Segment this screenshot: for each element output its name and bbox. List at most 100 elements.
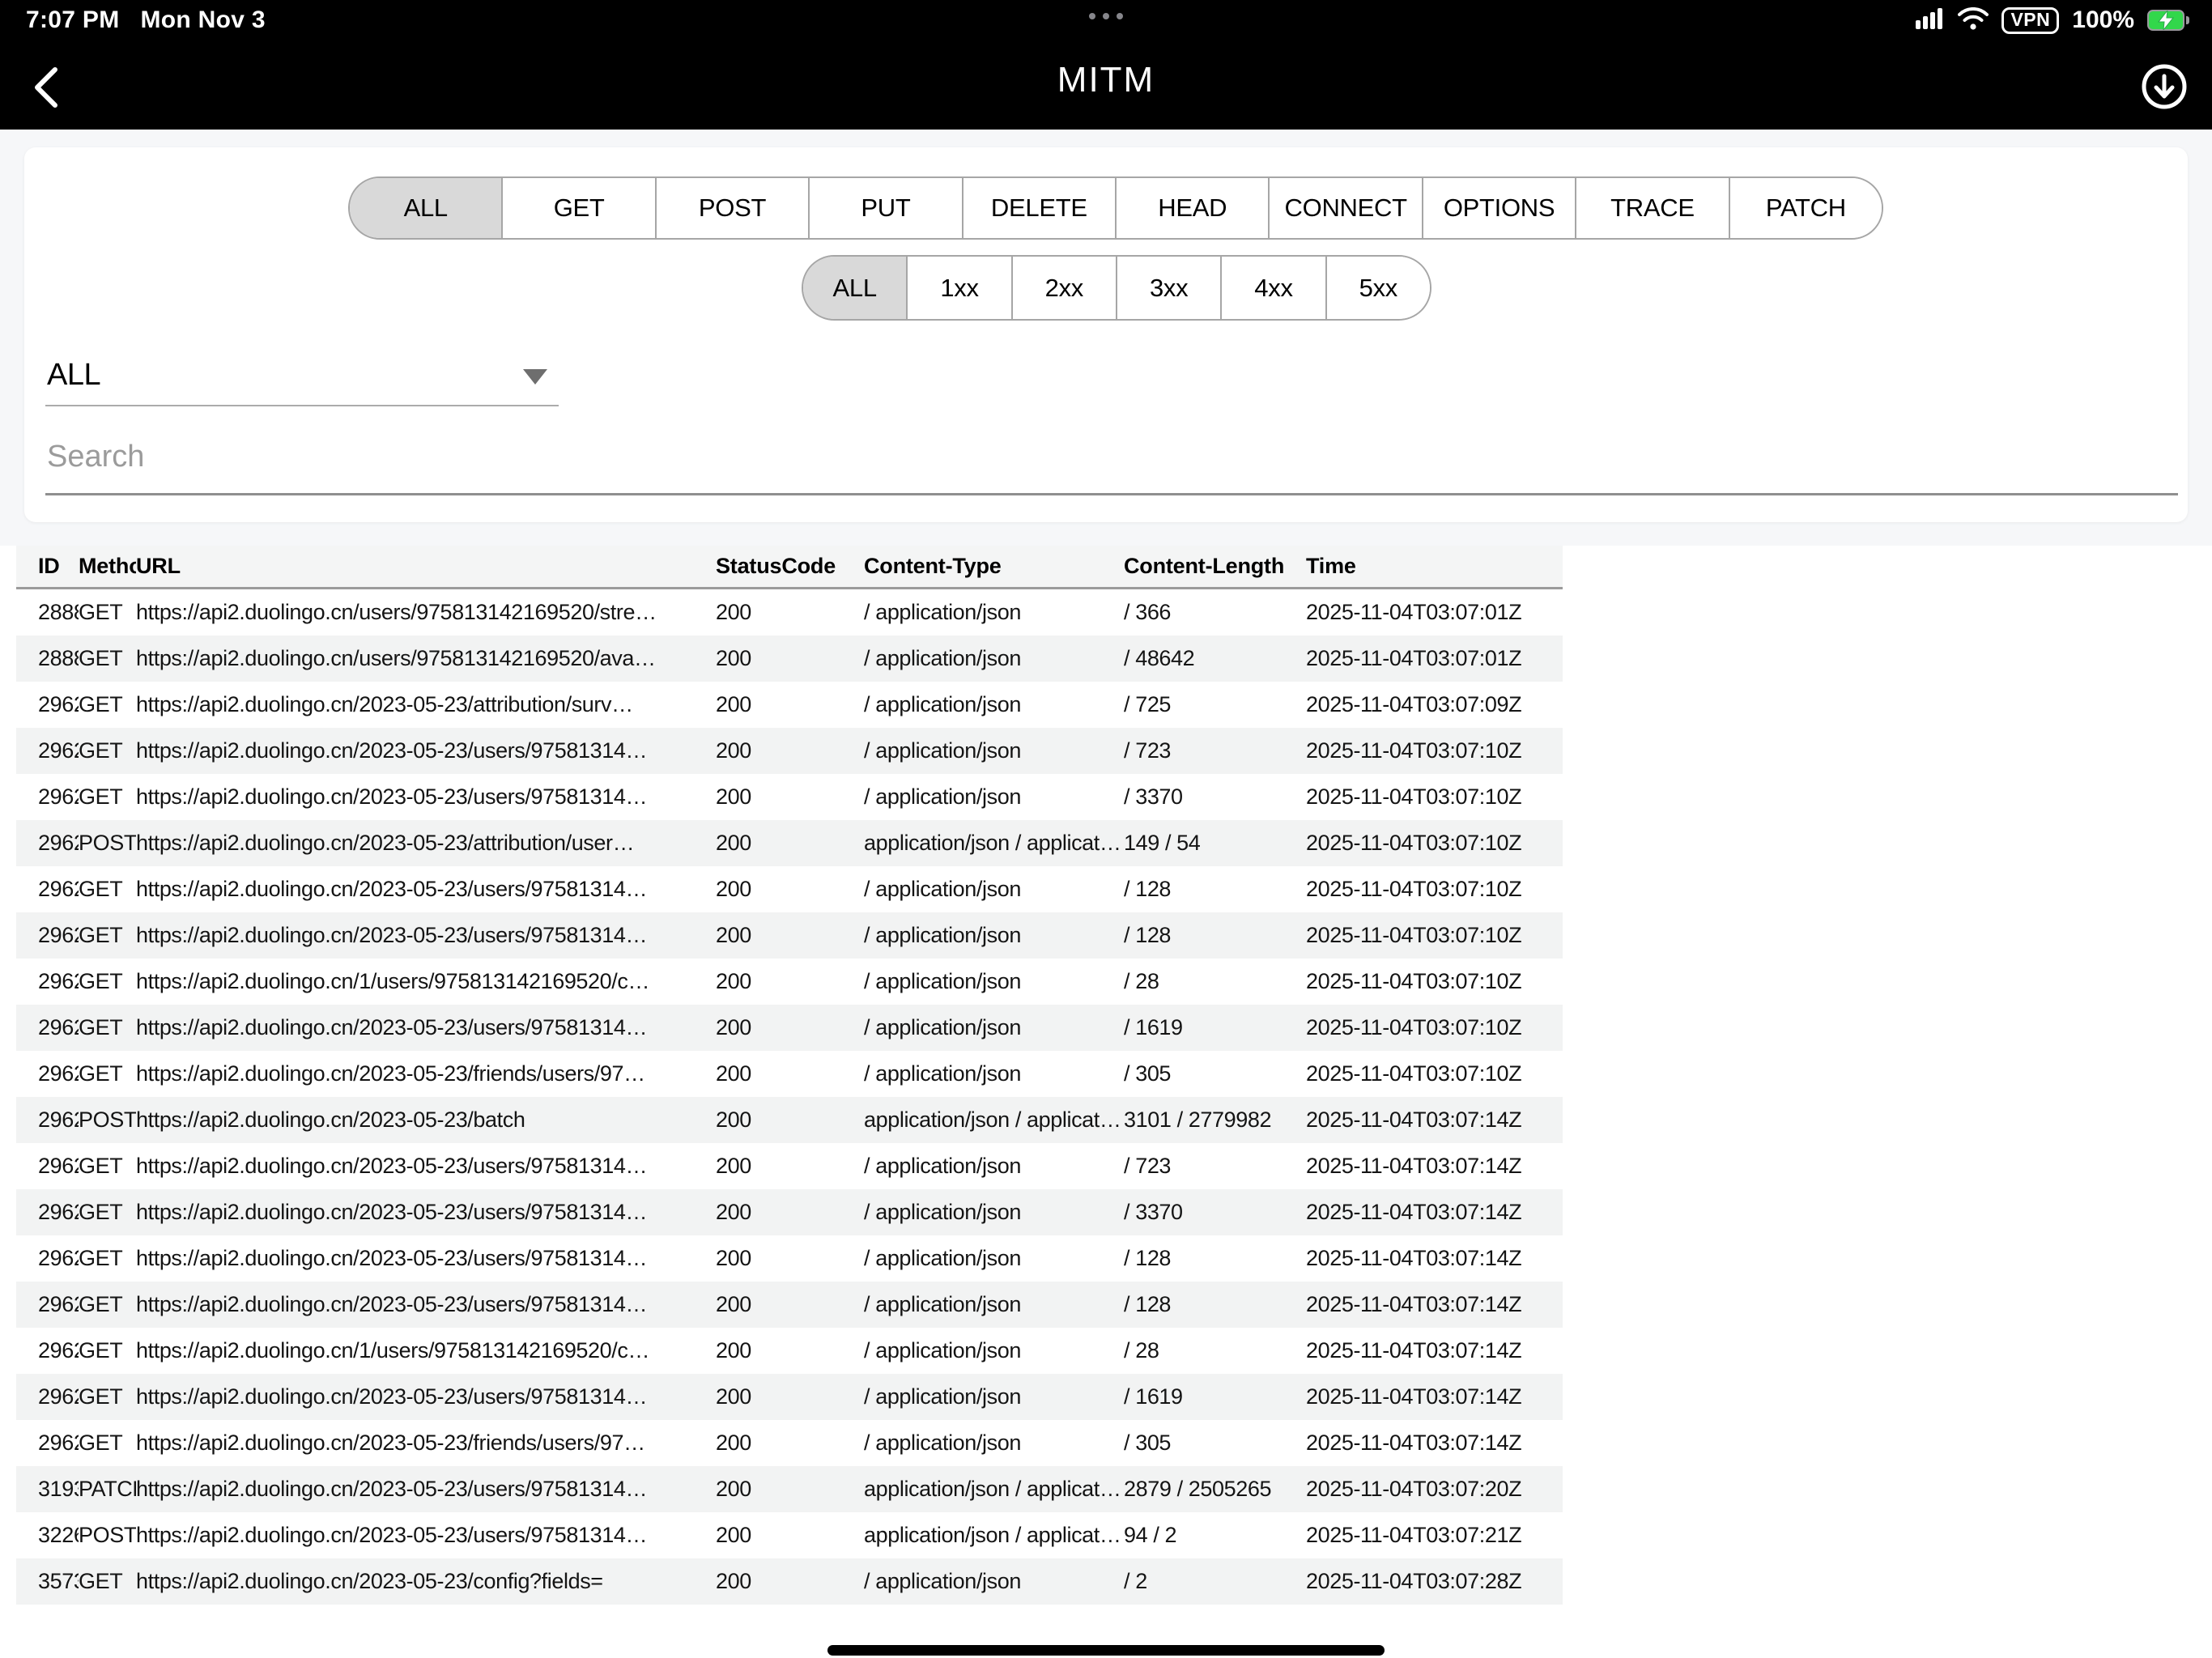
cell-status-code: 200 [716,1292,864,1317]
cell-url: https://api2.duolingo.cn/2023-05-23/frie… [136,1061,716,1086]
search-input[interactable] [45,429,2178,493]
cell-url: https://api2.duolingo.cn/2023-05-23/user… [136,1015,716,1040]
cell-url: https://api2.duolingo.cn/1/users/9758131… [136,1338,716,1363]
cell-time: 2025-11-04T03:07:14Z [1306,1154,1563,1179]
method-filter-connect[interactable]: CONNECT [1268,178,1421,238]
cell-content-type: / application/json [864,1061,1124,1086]
cell-status-code: 200 [716,646,864,671]
method-filter-head[interactable]: HEAD [1115,178,1268,238]
status-filter-3xx[interactable]: 3xx [1116,257,1220,319]
cell-url: https://api2.duolingo.cn/2023-05-23/user… [136,877,716,902]
home-indicator[interactable] [827,1645,1385,1656]
table-row[interactable]: 2962GEThttps://api2.duolingo.cn/2023-05-… [16,1005,1563,1051]
column-header-time: Time [1306,554,1563,579]
table-row[interactable]: 2962GEThttps://api2.duolingo.cn/2023-05-… [16,866,1563,912]
table-row[interactable]: 2962GEThttps://api2.duolingo.cn/2023-05-… [16,682,1563,728]
status-filter-2xx[interactable]: 2xx [1011,257,1116,319]
method-filter-get[interactable]: GET [501,178,654,238]
cell-url: https://api2.duolingo.cn/2023-05-23/user… [136,738,716,763]
table-row[interactable]: 2962GEThttps://api2.duolingo.cn/2023-05-… [16,1420,1563,1466]
table-row[interactable]: 3193PATCHhttps://api2.duolingo.cn/2023-0… [16,1466,1563,1512]
cell-method: GET [79,1061,136,1086]
cell-method: GET [79,1384,136,1409]
table-row[interactable]: 2962GEThttps://api2.duolingo.cn/1/users/… [16,1328,1563,1374]
method-filter-trace[interactable]: TRACE [1575,178,1728,238]
cell-id: 2962 [38,784,79,810]
cell-time: 2025-11-04T03:07:14Z [1306,1338,1563,1363]
battery-percent: 100% [2072,6,2134,34]
table-row[interactable]: 2962GEThttps://api2.duolingo.cn/2023-05-… [16,728,1563,774]
cell-url: https://api2.duolingo.cn/2023-05-23/user… [136,784,716,810]
cell-content-type: / application/json [864,1154,1124,1179]
table-row[interactable]: 2962GEThttps://api2.duolingo.cn/2023-05-… [16,1374,1563,1420]
cell-time: 2025-11-04T03:07:10Z [1306,969,1563,994]
requests-table: IDMethodURLStatusCodeContent-TypeContent… [16,546,1563,1605]
cell-url: https://api2.duolingo.cn/2023-05-23/attr… [136,831,716,856]
cell-method: GET [79,692,136,717]
cell-content-type: application/json / applicat… [864,1477,1124,1502]
status-filter-5xx[interactable]: 5xx [1325,257,1430,319]
content-area: IDMethodURLStatusCodeContent-TypeContent… [0,546,2212,1658]
cell-content-length: / 725 [1124,692,1306,717]
table-row[interactable]: 2962POSThttps://api2.duolingo.cn/2023-05… [16,1097,1563,1143]
cell-content-type: / application/json [864,1384,1124,1409]
column-header-method: Method [79,554,136,579]
table-row[interactable]: 3573GEThttps://api2.duolingo.cn/2023-05-… [16,1558,1563,1605]
status-filter-4xx[interactable]: 4xx [1220,257,1325,319]
cell-id: 2962 [38,1338,79,1363]
cell-time: 2025-11-04T03:07:09Z [1306,692,1563,717]
table-row[interactable]: 2888GEThttps://api2.duolingo.cn/users/97… [16,589,1563,636]
domain-filter-dropdown[interactable]: ALL [45,350,559,406]
cell-id: 2962 [38,1015,79,1040]
cell-time: 2025-11-04T03:07:14Z [1306,1292,1563,1317]
cell-url: https://api2.duolingo.cn/2023-05-23/user… [136,1292,716,1317]
status-filter-all[interactable]: ALL [803,257,906,319]
cell-method: GET [79,1569,136,1594]
cell-status-code: 200 [716,1107,864,1133]
cell-content-length: / 48642 [1124,646,1306,671]
cell-content-length: 94 / 2 [1124,1523,1306,1548]
table-row[interactable]: 2962GEThttps://api2.duolingo.cn/2023-05-… [16,1051,1563,1097]
table-row[interactable]: 2962GEThttps://api2.duolingo.cn/2023-05-… [16,1189,1563,1235]
cell-id: 2962 [38,923,79,948]
cell-content-type: application/json / applicat… [864,831,1124,856]
table-row[interactable]: 2962GEThttps://api2.duolingo.cn/2023-05-… [16,912,1563,959]
table-row[interactable]: 3226POSThttps://api2.duolingo.cn/2023-05… [16,1512,1563,1558]
method-filter-patch[interactable]: PATCH [1729,178,1882,238]
cell-time: 2025-11-04T03:07:14Z [1306,1107,1563,1133]
cell-id: 2962 [38,1061,79,1086]
method-filter-delete[interactable]: DELETE [962,178,1115,238]
method-filter-all[interactable]: ALL [350,178,501,238]
cell-id: 2962 [38,692,79,717]
cell-id: 2962 [38,1107,79,1133]
method-filter-post[interactable]: POST [655,178,808,238]
table-row[interactable]: 2962GEThttps://api2.duolingo.cn/2023-05-… [16,1143,1563,1189]
cell-method: POST [79,831,136,856]
cell-url: https://api2.duolingo.cn/2023-05-23/user… [136,1523,716,1548]
cell-content-type: / application/json [864,738,1124,763]
cell-url: https://api2.duolingo.cn/users/975813142… [136,600,716,625]
table-row[interactable]: 2962GEThttps://api2.duolingo.cn/1/users/… [16,959,1563,1005]
cell-id: 3226 [38,1523,79,1548]
table-row[interactable]: 2962GEThttps://api2.duolingo.cn/2023-05-… [16,1235,1563,1282]
download-button[interactable] [2139,62,2189,112]
cell-status-code: 200 [716,600,864,625]
cell-time: 2025-11-04T03:07:10Z [1306,1061,1563,1086]
cell-content-length: / 305 [1124,1431,1306,1456]
cell-status-code: 200 [716,1154,864,1179]
cell-time: 2025-11-04T03:07:28Z [1306,1569,1563,1594]
table-row[interactable]: 2962GEThttps://api2.duolingo.cn/2023-05-… [16,774,1563,820]
cell-content-length: / 723 [1124,738,1306,763]
table-row[interactable]: 2962GEThttps://api2.duolingo.cn/2023-05-… [16,1282,1563,1328]
status-filter-1xx[interactable]: 1xx [906,257,1010,319]
method-filter-put[interactable]: PUT [808,178,961,238]
vpn-badge: VPN [2001,7,2059,34]
cell-time: 2025-11-04T03:07:10Z [1306,877,1563,902]
cell-content-length: / 128 [1124,1246,1306,1271]
table-row[interactable]: 2888GEThttps://api2.duolingo.cn/users/97… [16,636,1563,682]
cell-content-length: / 3370 [1124,1200,1306,1225]
cell-time: 2025-11-04T03:07:10Z [1306,738,1563,763]
method-filter-options[interactable]: OPTIONS [1422,178,1575,238]
table-row[interactable]: 2962POSThttps://api2.duolingo.cn/2023-05… [16,820,1563,866]
cell-method: GET [79,738,136,763]
